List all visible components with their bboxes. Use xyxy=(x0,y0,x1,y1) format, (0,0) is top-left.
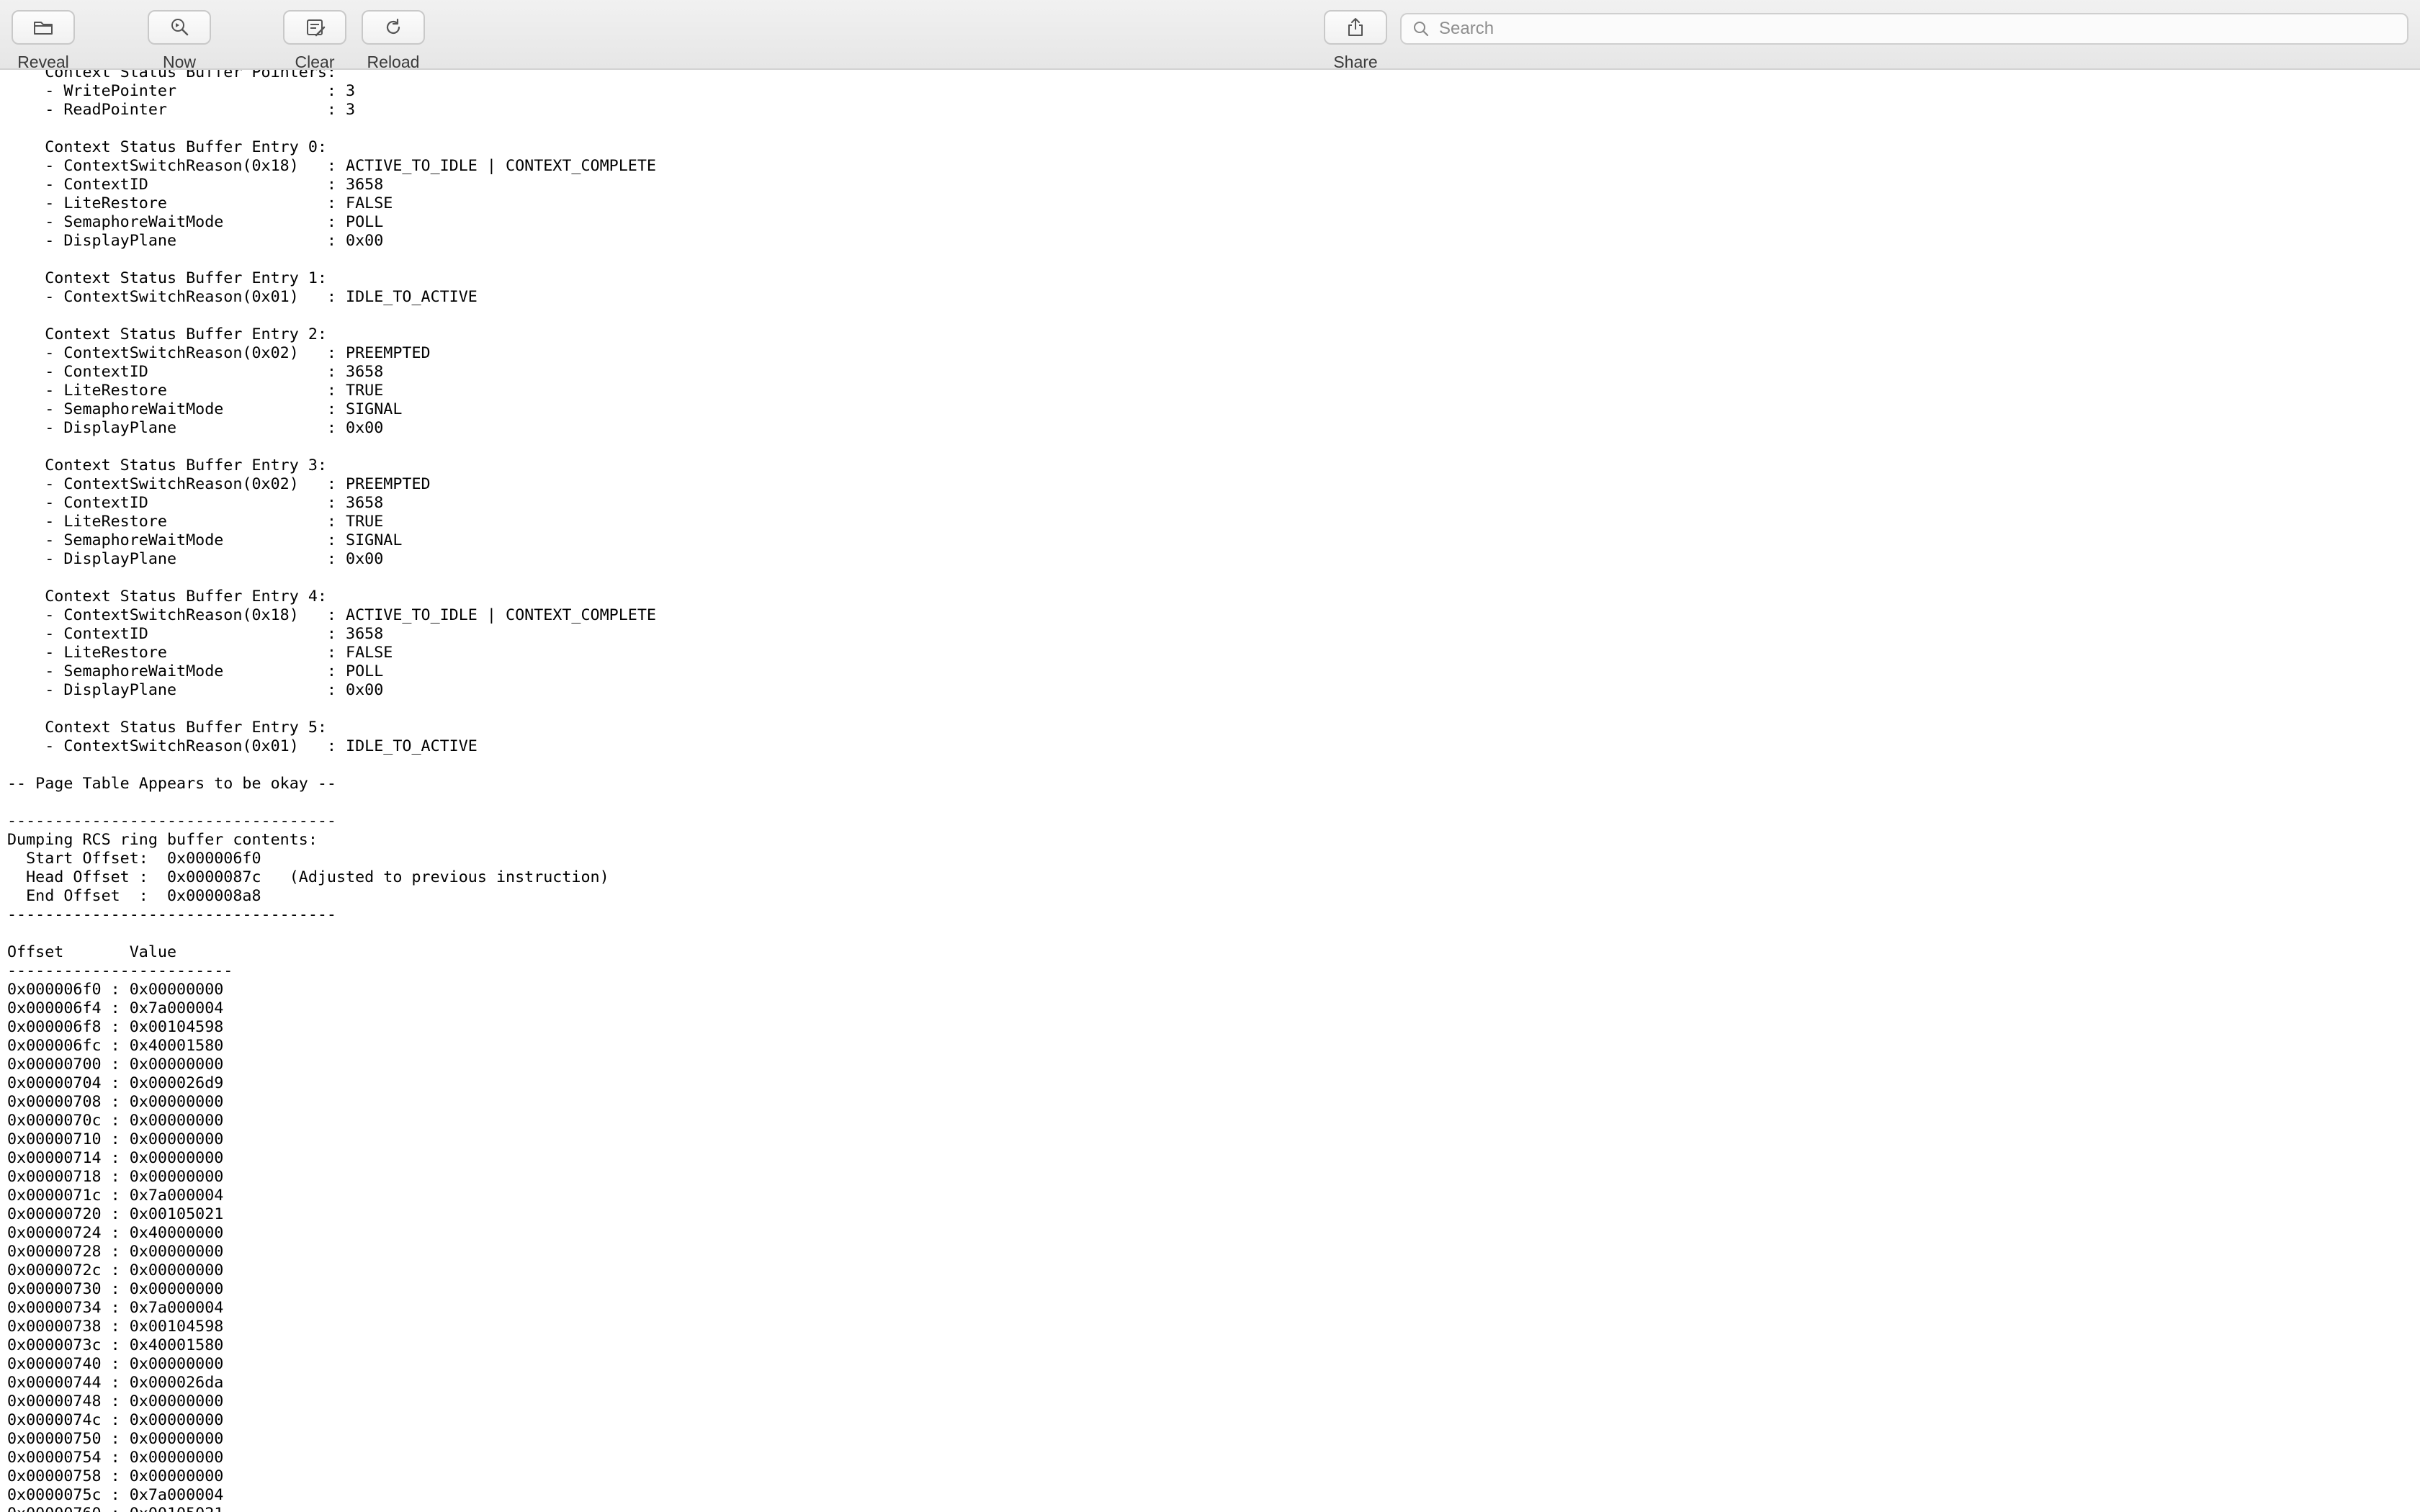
log-line: Context Status Buffer Entry 1: xyxy=(7,269,327,287)
toolbar: Reveal Now Clear Reload Share Search xyxy=(0,0,2420,71)
log-line: 0x00000730 : 0x00000000 xyxy=(7,1280,224,1298)
log-line: - ContextID : 3658 xyxy=(7,176,384,194)
search-input[interactable] xyxy=(1438,18,2377,40)
reveal-label: Reveal xyxy=(17,53,69,71)
log-line: 0x00000760 : 0x00105021 xyxy=(7,1505,223,1512)
clear-label: Clear xyxy=(295,53,335,71)
now-button[interactable]: Now xyxy=(148,10,211,71)
log-line: 0x00000720 : 0x00105021 xyxy=(7,1205,224,1223)
log-line: - SemaphoreWaitMode : POLL xyxy=(7,213,384,231)
log-line: - DisplayPlane : 0x00 xyxy=(7,681,384,699)
folder-icon xyxy=(34,22,53,35)
clear-button-face[interactable] xyxy=(283,10,346,45)
log-line: Start Offset: 0x000006f0 xyxy=(7,850,261,868)
log-line: - ReadPointer : 3 xyxy=(7,101,356,119)
log-line: - DisplayPlane : 0x00 xyxy=(7,550,384,568)
log-line: -- Page Table Appears to be okay -- xyxy=(7,775,336,793)
share-label: Share xyxy=(1333,53,1378,71)
log-line: ----------------------------------- xyxy=(7,906,336,924)
log-line: - SemaphoreWaitMode : POLL xyxy=(7,662,384,680)
log-line: 0x0000070c : 0x00000000 xyxy=(7,1112,224,1130)
log-line: Head Offset : 0x0000087c (Adjusted to pr… xyxy=(7,868,609,886)
reload-icon xyxy=(386,18,400,34)
log-line: Context Status Buffer Entry 3: xyxy=(7,456,327,474)
log-line: 0x00000714 : 0x00000000 xyxy=(7,1149,224,1167)
clear-log-icon xyxy=(307,19,326,37)
log-line: - ContextSwitchReason(0x01) : IDLE_TO_AC… xyxy=(7,288,478,306)
log-line: Dumping RCS ring buffer contents: xyxy=(7,831,318,849)
log-line: 0x00000724 : 0x40000000 xyxy=(7,1224,224,1242)
search-field[interactable] xyxy=(1400,13,2408,45)
search-icon xyxy=(1414,22,1429,37)
log-line: 0x00000704 : 0x000026d9 xyxy=(7,1074,224,1092)
log-line: Context Status Buffer Entry 2: xyxy=(7,325,327,343)
log-line: Offset Value xyxy=(7,943,177,961)
log-line: 0x00000750 : 0x00000000 xyxy=(7,1430,224,1448)
log-line: 0x00000754 : 0x00000000 xyxy=(7,1449,224,1467)
log-line: - ContextSwitchReason(0x02) : PREEMPTED xyxy=(7,344,431,362)
log-line: - ContextSwitchReason(0x18) : ACTIVE_TO_… xyxy=(7,606,656,624)
log-line: 0x0000071c : 0x7a000004 xyxy=(7,1187,224,1205)
log-line: 0x0000074c : 0x00000000 xyxy=(7,1411,224,1429)
clear-button[interactable]: Clear xyxy=(283,10,346,71)
log-line: - LiteRestore : FALSE xyxy=(7,194,393,212)
log-view[interactable]: Context Status Buffer Pointers: - WriteP… xyxy=(0,70,2420,1512)
log-line: 0x00000710 : 0x00000000 xyxy=(7,1130,224,1148)
log-line: 0x00000728 : 0x00000000 xyxy=(7,1243,224,1261)
log-line: 0x00000718 : 0x00000000 xyxy=(7,1168,224,1186)
log-line: 0x00000744 : 0x000026da xyxy=(7,1374,224,1392)
log-line: - LiteRestore : FALSE xyxy=(7,644,393,662)
log-line: 0x00000738 : 0x00104598 xyxy=(7,1318,224,1336)
log-line: - SemaphoreWaitMode : SIGNAL xyxy=(7,531,403,549)
now-button-face[interactable] xyxy=(148,10,211,45)
log-line: 0x0000073c : 0x40001580 xyxy=(7,1336,224,1354)
log-line: - ContextID : 3658 xyxy=(7,363,384,381)
share-button[interactable]: Share xyxy=(1324,10,1387,71)
log-line: 0x0000075c : 0x7a000004 xyxy=(7,1486,224,1504)
log-line: Context Status Buffer Pointers: xyxy=(7,70,336,81)
log-line: Context Status Buffer Entry 4: xyxy=(7,588,327,606)
log-line: - WritePointer : 3 xyxy=(7,82,356,100)
log-line: 0x00000734 : 0x7a000004 xyxy=(7,1299,224,1317)
log-line: - ContextSwitchReason(0x01) : IDLE_TO_AC… xyxy=(7,737,478,755)
log-text: Context Status Buffer Pointers: - WriteP… xyxy=(7,70,656,1512)
log-line: - DisplayPlane : 0x00 xyxy=(7,419,384,437)
log-line: - ContextSwitchReason(0x18) : ACTIVE_TO_… xyxy=(7,157,656,175)
log-line: 0x00000700 : 0x00000000 xyxy=(7,1056,224,1074)
log-line: - LiteRestore : TRUE xyxy=(7,382,384,400)
log-line: 0x00000708 : 0x00000000 xyxy=(7,1093,224,1111)
log-line: - LiteRestore : TRUE xyxy=(7,513,384,531)
log-line: 0x00000748 : 0x00000000 xyxy=(7,1392,224,1410)
log-line: 0x00000740 : 0x00000000 xyxy=(7,1355,224,1373)
reload-button-face[interactable] xyxy=(362,10,425,45)
log-line: ----------------------------------- xyxy=(7,812,336,830)
share-icon xyxy=(1348,18,1363,36)
reveal-button-face[interactable] xyxy=(12,10,75,45)
log-line: 0x000006f8 : 0x00104598 xyxy=(7,1018,224,1036)
now-label: Now xyxy=(162,53,196,71)
reload-button[interactable]: Reload xyxy=(362,10,425,71)
log-line: Context Status Buffer Entry 0: xyxy=(7,138,327,156)
log-line: 0x00000758 : 0x00000000 xyxy=(7,1467,224,1485)
log-line: 0x000006fc : 0x40001580 xyxy=(7,1037,224,1055)
log-line: End Offset : 0x000008a8 xyxy=(7,887,261,905)
log-line: 0x0000072c : 0x00000000 xyxy=(7,1261,224,1279)
log-line: - SemaphoreWaitMode : SIGNAL xyxy=(7,400,403,418)
reveal-button[interactable]: Reveal xyxy=(12,10,75,71)
log-line: - ContextID : 3658 xyxy=(7,625,384,643)
zoom-icon xyxy=(171,19,189,36)
log-line: ------------------------ xyxy=(7,962,233,980)
share-button-face[interactable] xyxy=(1324,10,1387,45)
log-line: Context Status Buffer Entry 5: xyxy=(7,719,327,737)
log-line: - DisplayPlane : 0x00 xyxy=(7,232,384,250)
log-line: - ContextID : 3658 xyxy=(7,494,384,512)
log-line: 0x000006f4 : 0x7a000004 xyxy=(7,999,224,1017)
log-line: 0x000006f0 : 0x00000000 xyxy=(7,981,224,999)
reload-label: Reload xyxy=(367,53,420,71)
log-line: - ContextSwitchReason(0x02) : PREEMPTED xyxy=(7,475,431,493)
